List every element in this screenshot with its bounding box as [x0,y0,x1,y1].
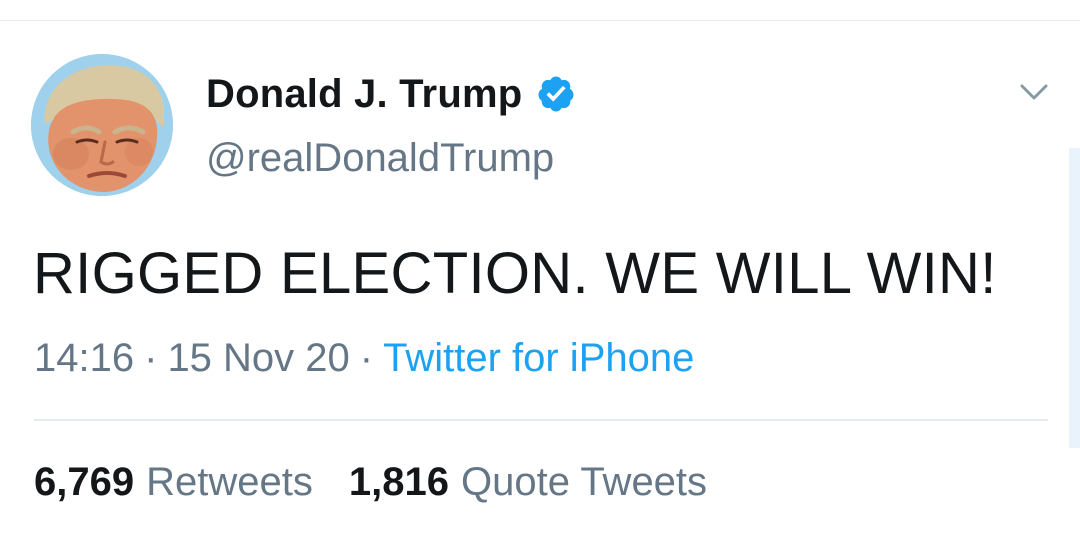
tweet-source-link[interactable]: Twitter for iPhone [383,336,694,380]
tweet-detail: Donald J. Trump @realDonaldTrump RIGGED … [0,0,1080,536]
tweet-stats: 6,769 Retweets 1,816 Quote Tweets [34,460,707,505]
author-name-row[interactable]: Donald J. Trump [206,66,576,122]
quote-tweets-stat[interactable]: 1,816 Quote Tweets [349,460,707,505]
scrollbar[interactable] [1069,148,1080,448]
meta-separator: · [144,336,158,380]
retweets-stat[interactable]: 6,769 Retweets [34,460,313,505]
retweets-count: 6,769 [34,460,135,504]
stats-divider [34,419,1048,421]
author-handle[interactable]: @realDonaldTrump [206,136,554,181]
tweet-time[interactable]: 14:16 [34,336,134,380]
quote-tweets-label: Quote Tweets [460,460,708,504]
author-display-name[interactable]: Donald J. Trump [206,72,522,117]
quote-tweets-count: 1,816 [348,460,449,504]
tweet-text: RIGGED ELECTION. WE WILL WIN! [33,241,997,306]
chevron-down-icon[interactable] [1018,80,1050,104]
avatar[interactable] [31,54,173,196]
avatar-image [31,54,173,196]
tweet-date[interactable]: 15 Nov 20 [167,336,349,380]
tweet-meta: 14:16 · 15 Nov 20 · Twitter for iPhone [34,336,694,381]
verified-badge-icon [538,76,574,112]
retweets-label: Retweets [146,460,313,504]
top-divider [0,20,1080,21]
meta-separator: · [359,336,374,380]
